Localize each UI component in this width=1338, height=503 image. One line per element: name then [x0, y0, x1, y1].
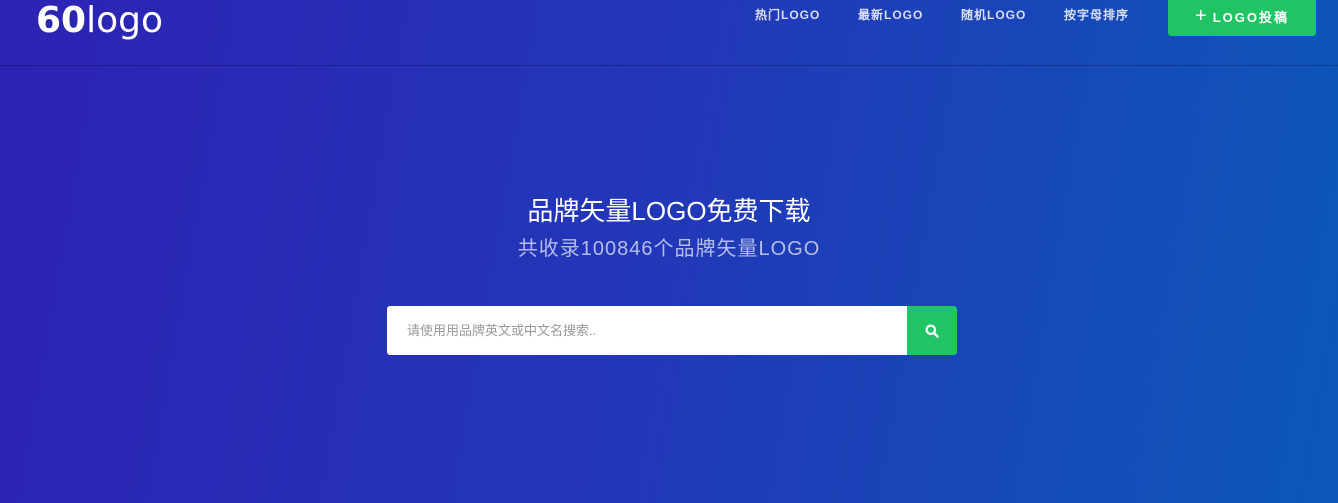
hero-title: 品牌矢量LOGO免费下载	[527, 196, 811, 226]
search-button[interactable]	[907, 306, 957, 355]
nav-alphabetical[interactable]: 按字母排序	[1064, 6, 1129, 23]
search-bar	[387, 306, 957, 355]
nav-new-logo[interactable]: 最新LOGO	[858, 6, 923, 23]
nav-hot-logo[interactable]: 热门LOGO	[755, 6, 820, 23]
logo-light: logo	[86, 0, 164, 41]
submit-logo-button[interactable]: + LOGO投稿	[1168, 0, 1316, 36]
submit-logo-label: LOGO投稿	[1212, 9, 1289, 25]
logo-bold: 60	[36, 0, 87, 41]
hero-subtitle: 共收录100846个品牌矢量LOGO	[517, 238, 821, 260]
search-input[interactable]	[387, 306, 907, 355]
nav-random-logo[interactable]: 随机LOGO	[961, 6, 1026, 23]
site-logo[interactable]: 60logo	[36, 0, 163, 42]
plus-icon: +	[1195, 4, 1207, 27]
header: 60logo 热门LOGO 最新LOGO 随机LOGO 按字母排序 + LOGO投…	[0, 0, 1338, 66]
search-icon	[925, 324, 939, 338]
